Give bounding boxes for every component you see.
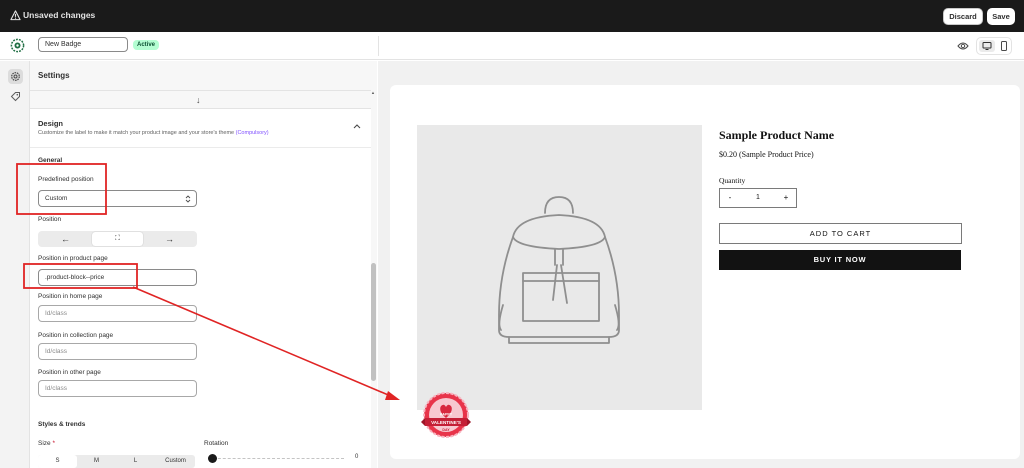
- size-option-custom[interactable]: Custom: [156, 455, 195, 468]
- predefined-position-value: Custom: [45, 195, 68, 202]
- position-label: Position: [38, 216, 62, 223]
- required-marker: *: [52, 440, 55, 447]
- rotation-slider-handle[interactable]: [208, 454, 217, 463]
- preview-area: Sample Product Name $0.20 (Sample Produc…: [378, 61, 1024, 468]
- predefined-position-select[interactable]: Custom: [38, 190, 197, 207]
- badge-line-2: VALENTINE'S: [431, 420, 461, 425]
- save-button[interactable]: Save: [987, 8, 1015, 25]
- gear-icon: [11, 72, 20, 81]
- product-page-position-input[interactable]: .product-block--price: [38, 269, 197, 286]
- quantity-increase-button[interactable]: +: [776, 189, 796, 207]
- product-image: [417, 125, 702, 410]
- collection-page-position-input[interactable]: Id/class: [38, 343, 197, 360]
- position-center-option[interactable]: ⛶: [92, 232, 143, 246]
- arrow-down-icon[interactable]: ↓: [196, 95, 201, 105]
- divider: [30, 90, 371, 91]
- quantity-label: Quantity: [719, 176, 746, 185]
- size-label: Size *: [38, 440, 55, 447]
- other-page-position-label: Position in other page: [38, 369, 101, 376]
- rotation-slider-track: [208, 458, 344, 459]
- device-toggle: [976, 37, 1012, 55]
- top-bar: Unsaved changes Discard Save: [0, 0, 1024, 32]
- position-right-option[interactable]: →: [144, 232, 195, 246]
- quantity-value[interactable]: 1: [746, 189, 770, 207]
- panel-scrollbar[interactable]: [371, 263, 376, 381]
- settings-rail-button[interactable]: [8, 69, 23, 84]
- compulsory-link: (Compulsory): [235, 130, 269, 136]
- product-price: $0.20 (Sample Product Price): [719, 150, 814, 159]
- product-page-position-label: Position in product page: [38, 255, 108, 262]
- size-segmented-control: S M L Custom: [38, 455, 195, 468]
- discard-button[interactable]: Discard: [943, 8, 983, 25]
- styles-trends-heading: Styles & trends: [38, 421, 86, 428]
- design-section: Design Customize the label to make it ma…: [30, 109, 371, 468]
- collection-page-position-label: Position in collection page: [38, 332, 114, 339]
- warning-icon: [10, 10, 21, 21]
- app-logo-icon: [10, 38, 25, 53]
- badge-line-1: HAPPY: [440, 413, 453, 417]
- quantity-stepper: - 1 +: [719, 188, 797, 208]
- desktop-icon: [982, 42, 992, 50]
- chevron-up-icon[interactable]: [353, 123, 361, 129]
- editor-header: New Badge Active: [0, 32, 1024, 60]
- settings-title: Settings: [38, 71, 70, 80]
- position-segmented-control: ← ⛶ →: [38, 231, 197, 247]
- badge-line-3: DAY: [442, 428, 450, 432]
- position-left-option[interactable]: ←: [40, 232, 91, 246]
- select-chevron-icon: [185, 195, 191, 203]
- buy-it-now-button[interactable]: BUY IT NOW: [719, 250, 961, 270]
- predefined-position-label: Predefined position: [38, 176, 94, 183]
- scroll-up-icon[interactable]: ▲: [371, 90, 375, 95]
- size-option-l[interactable]: L: [116, 455, 155, 468]
- quantity-decrease-button[interactable]: -: [720, 189, 740, 207]
- badge-name-input[interactable]: New Badge: [38, 37, 128, 52]
- product-preview-card: Sample Product Name $0.20 (Sample Produc…: [390, 85, 1020, 459]
- eye-icon[interactable]: [957, 41, 969, 51]
- size-option-s[interactable]: S: [38, 455, 77, 468]
- settings-panel: Settings ↓ Design Customize the label to…: [30, 61, 377, 468]
- left-rail: [0, 61, 30, 468]
- home-page-position-label: Position in home page: [38, 293, 103, 300]
- mobile-view-button[interactable]: [997, 40, 1011, 52]
- valentines-badge: HAPPY VALENTINE'S DAY: [421, 392, 471, 438]
- general-heading: General: [38, 157, 63, 164]
- design-title: Design: [38, 119, 64, 128]
- home-page-position-input[interactable]: Id/class: [38, 305, 197, 322]
- divider: [30, 147, 371, 148]
- size-option-m[interactable]: M: [77, 455, 116, 468]
- size-label-text: Size: [38, 440, 51, 447]
- rotation-slider[interactable]: 0: [208, 454, 358, 464]
- desktop-view-button[interactable]: [979, 40, 995, 52]
- mobile-icon: [1001, 41, 1007, 51]
- rotation-value: 0: [355, 454, 359, 460]
- rotation-label: Rotation: [204, 440, 229, 447]
- product-name: Sample Product Name: [719, 128, 835, 142]
- tag-icon[interactable]: [10, 91, 21, 102]
- design-subtitle: Customize the label to make it match you…: [38, 130, 269, 136]
- add-to-cart-button[interactable]: ADD TO CART: [719, 223, 962, 244]
- other-page-position-input[interactable]: Id/class: [38, 380, 197, 397]
- backpack-image: [498, 196, 620, 344]
- design-subtitle-text: Customize the label to make it match you…: [38, 130, 235, 136]
- header-divider: [378, 36, 379, 56]
- unsaved-changes-title: Unsaved changes: [23, 10, 96, 20]
- status-badge: Active: [133, 40, 160, 50]
